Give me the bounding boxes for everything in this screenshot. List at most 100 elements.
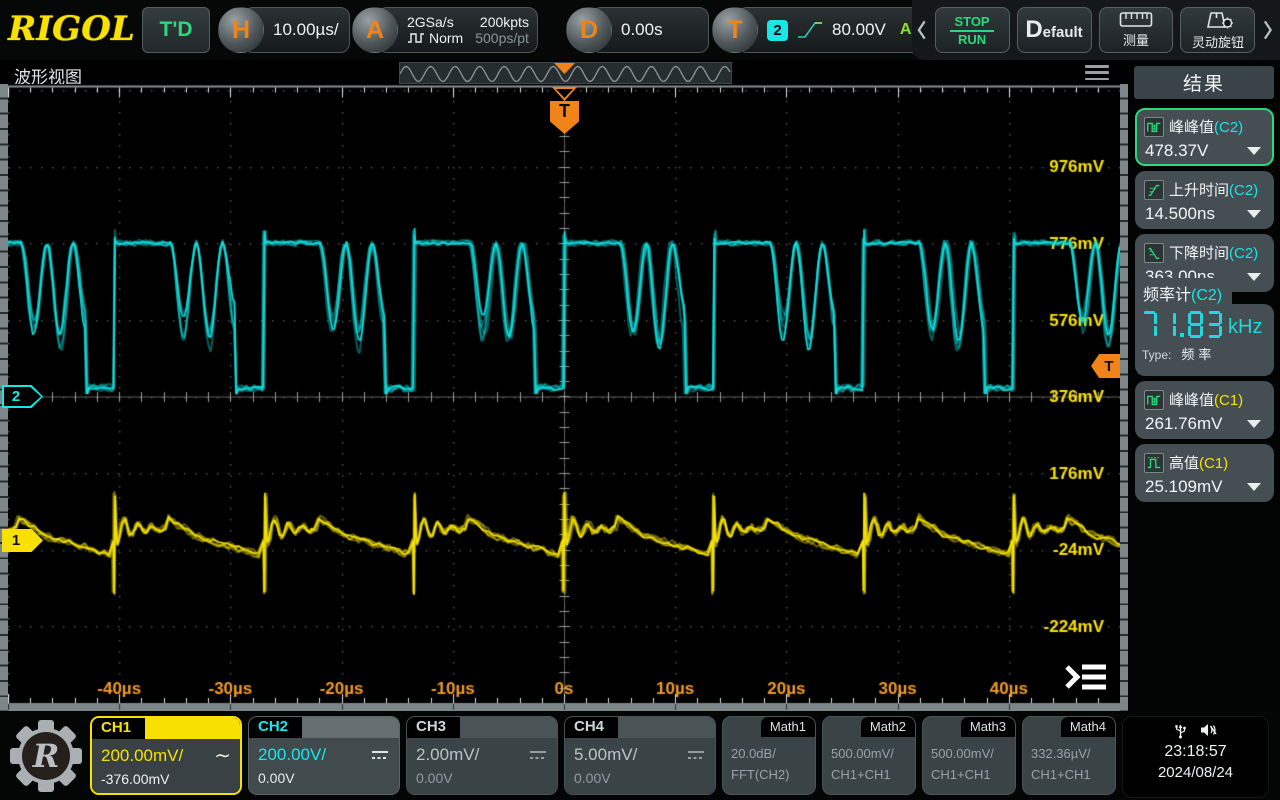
measure-value: 478.37V [1145,141,1209,160]
channel-card-ch4[interactable]: CH4 5.00mV/ 0.00V [564,716,716,795]
math-card-math3[interactable]: Math3 500.00mV/ CH1+CH1 [922,716,1016,795]
chevron-right-icon[interactable] [1262,18,1274,42]
math3-expression: CH1+CH1 [931,767,991,782]
measure-card-vhigh-c1[interactable]: 高值(C1) 25.109mV [1135,444,1274,502]
ch2-label: CH2 [249,717,303,738]
ch3-scale: 2.00mV/ [416,745,480,764]
frequency-counter-label: 频率计(C2) [1135,278,1233,305]
vpp-icon [1144,389,1164,410]
oscilloscope-screen: RIGOL T'D H 10.00µs/ A 2GSa/s 200kpts No… [0,0,1280,800]
measure-card-vpp-c2[interactable]: 峰峰值(C2) 478.37V [1135,108,1274,166]
bottom-bar: R CH1 200.00mV/ ∼ -376.00mV CH2 200.00V/ [0,711,1280,800]
clock-date: 2024/08/24 [1157,764,1234,781]
measure-label: 测量 [1122,33,1149,48]
menu-icon[interactable] [1085,65,1109,80]
dc-coupling-icon [688,751,704,759]
dc-coupling-icon [372,751,388,759]
results-header: 结果 [1134,66,1274,99]
ch4-offset: 0.00V [574,770,611,786]
sample-rate: 2GSa/s [407,14,454,30]
chevron-left-icon[interactable] [916,18,928,42]
ch3-offset: 0.00V [416,770,453,786]
measure-button[interactable]: 测量 [1098,7,1174,53]
stop-label: STOP [950,14,994,32]
acquire-mode-icon [408,33,424,43]
waveform-canvas[interactable] [8,84,1120,711]
channel-card-ch3[interactable]: CH3 2.00mV/ 0.00V [406,716,558,795]
quick-knob-label: 灵动旋钮 [1191,34,1244,50]
acquire-panel[interactable]: 2GSa/s 200kpts Norm 500ps/pt [377,7,538,53]
waveform-display[interactable]: T T 2 1 [0,84,1128,711]
ch4-scale: 5.00mV/ [574,745,638,764]
memory-depth: 200kpts [479,14,529,30]
frequency-type: Type: 频率 [1142,347,1216,362]
frequency-unit: kHz [1228,316,1263,338]
results-sidebar: 结果 峰峰值(C2) 478.37V 上升时间(C2) 14.500ns 下降时… [1128,60,1280,711]
math4-scale: 332.36µV/ [1031,746,1091,761]
ch3-label: CH3 [407,717,461,738]
trigger-group[interactable]: T 2 80.00V A [712,7,925,53]
acquire-knob[interactable]: A [352,7,398,53]
acquire-mode: Norm [429,30,464,46]
math-card-math4[interactable]: Math4 332.36µV/ CH1+CH1 [1022,716,1116,795]
chevron-down-icon[interactable] [1247,273,1261,281]
math1-expression: FFT(CH2) [731,767,790,782]
math2-label: Math2 [860,717,915,737]
clock-panel[interactable]: 23:18:57 2024/08/24 [1122,716,1269,798]
trigger-source-badge: 2 [767,19,788,41]
math-card-math1[interactable]: Math1 20.0dB/ FFT(CH2) [722,716,816,795]
horizontal-knob[interactable]: H [218,7,264,53]
chevron-down-icon[interactable] [1247,147,1261,155]
math2-expression: CH1+CH1 [831,767,891,782]
sample-resolution: 500ps/pt [475,30,529,46]
math3-label: Math3 [960,717,1015,737]
top-button-cluster: STOP RUN Default 测量 灵动旋钮 [912,0,1280,60]
delay-knob[interactable]: D [566,7,612,53]
clock-time: 23:18:57 [1164,743,1227,760]
channel-card-ch2[interactable]: CH2 200.00V/ 0.00V [248,716,400,795]
chevron-down-icon[interactable] [1247,210,1261,218]
chevron-down-icon[interactable] [1247,483,1261,491]
trigger-knob[interactable]: T [712,7,758,53]
trigger-level: 80.00V [832,20,886,39]
frequency-counter-card[interactable]: 频率计(C2) kHz Type: 频率 [1135,278,1274,376]
math3-scale: 500.00mV/ [931,746,994,761]
rise-time-icon [1144,179,1164,200]
ch1-offset: -376.00mV [101,771,170,787]
measure-card-risetime-c2[interactable]: 上升时间(C2) 14.500ns [1135,171,1274,229]
math4-label: Math4 [1060,717,1115,737]
math1-label: Math1 [760,717,815,737]
delay-group[interactable]: D 0.00s [566,7,709,53]
acquire-group[interactable]: A 2GSa/s 200kpts Norm 500ps/pt [352,7,538,53]
quick-knob-button[interactable]: 灵动旋钮 [1180,7,1256,53]
vpp-icon [1144,116,1164,137]
math2-scale: 500.00mV/ [831,746,894,761]
run-stop-button[interactable]: STOP RUN [934,7,1010,53]
measure-card-vpp-c1[interactable]: 峰峰值(C1) 261.76mV [1135,381,1274,439]
view-header: 波形视图 [0,60,1128,87]
timebase-overview-strip[interactable] [399,62,732,84]
run-label: RUN [957,31,987,47]
chevron-down-icon[interactable] [1247,420,1261,428]
rigol-logo: RIGOL [8,9,135,49]
math-card-math2[interactable]: Math2 500.00mV/ CH1+CH1 [822,716,916,795]
trigger-sweep-mode: A [899,21,912,38]
top-bar: RIGOL T'D H 10.00µs/ A 2GSa/s 200kpts No… [0,0,1280,60]
default-button[interactable]: Default [1016,7,1092,53]
horizontal-group[interactable]: H 10.00µs/ [218,7,350,53]
svg-text:R: R [32,737,60,775]
trigger-panel[interactable]: 2 80.00V A [737,7,925,53]
ch2-offset: 0.00V [258,770,295,786]
rigol-gear-logo[interactable]: R [8,716,84,796]
math1-scale: 20.0dB/ [731,746,776,761]
ch1-label: CH1 [92,718,146,739]
speaker-muted-icon [1200,724,1217,736]
channel-card-ch1[interactable]: CH1 200.00mV/ ∼ -376.00mV [90,716,242,795]
dc-coupling-icon [530,751,546,759]
math4-expression: CH1+CH1 [1031,767,1091,782]
expand-menu-icon[interactable] [1062,660,1110,694]
fall-time-icon [1144,242,1164,263]
ch2-scale: 200.00V/ [258,745,327,764]
gear-icon [1221,17,1233,28]
right-scale-bar [1120,84,1128,711]
